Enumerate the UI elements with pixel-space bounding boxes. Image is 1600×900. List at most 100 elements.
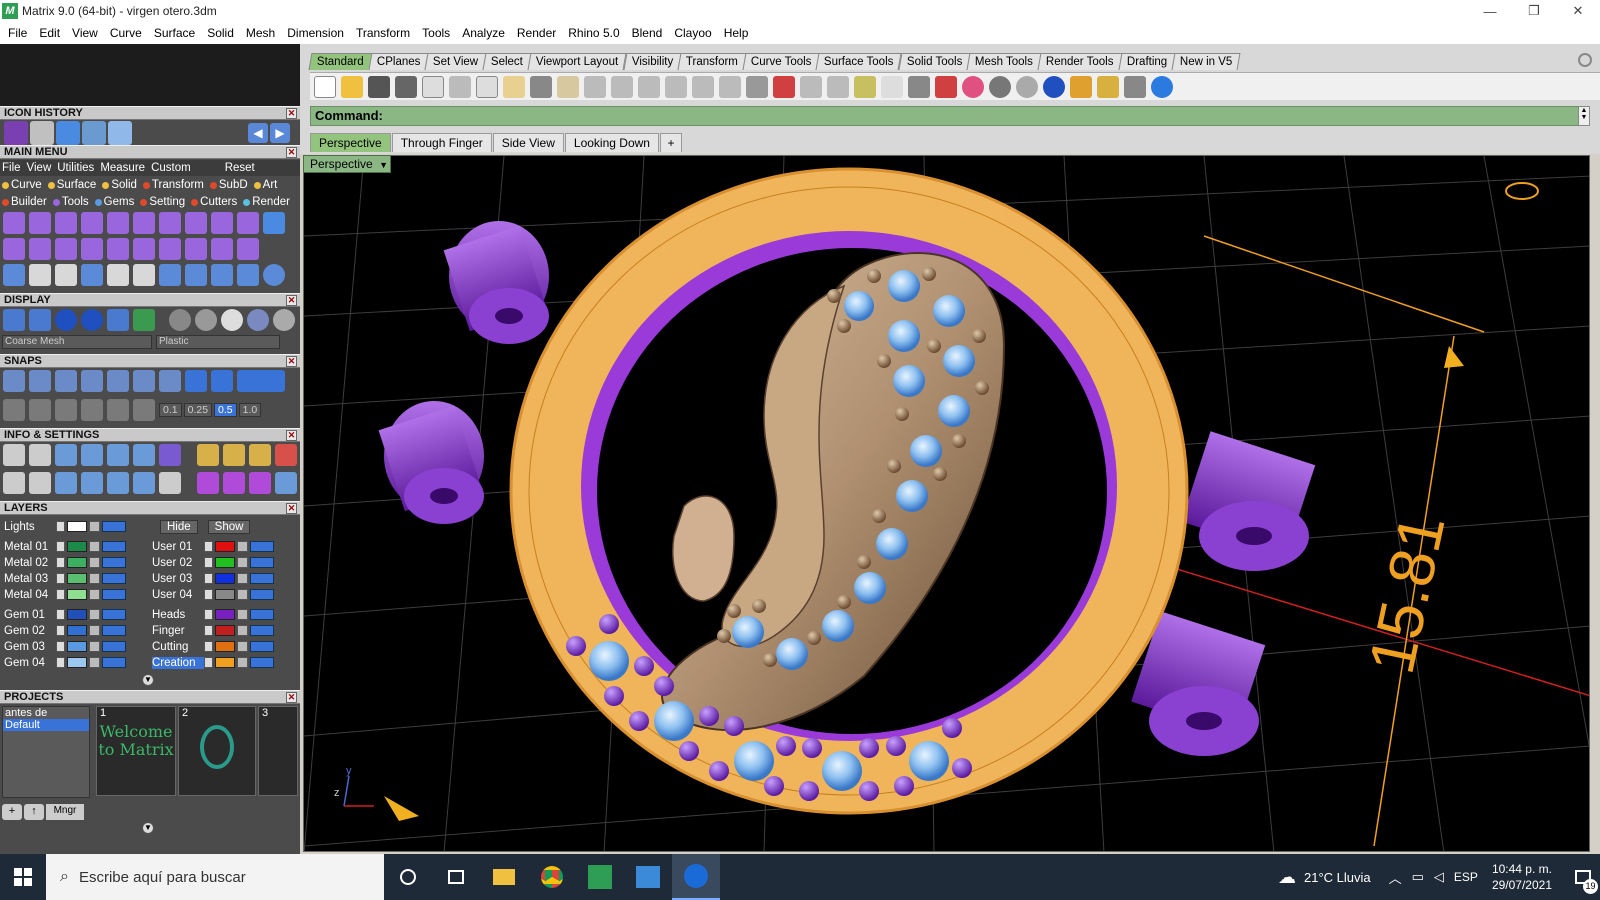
layer-user-03[interactable]: User 03: [152, 571, 276, 586]
layer-visibility-icon[interactable]: [102, 657, 126, 668]
layer-visibility-icon[interactable]: [102, 609, 126, 620]
weather-text[interactable]: 21°C Lluvia: [1304, 870, 1371, 885]
grid-snap-icon[interactable]: [3, 399, 25, 421]
tab-select[interactable]: Select: [482, 53, 532, 70]
zoom-selected-icon[interactable]: [692, 75, 714, 98]
menu-view[interactable]: View: [66, 26, 104, 40]
mm-view[interactable]: View: [27, 162, 52, 174]
notifications-button[interactable]: 19: [1566, 854, 1600, 900]
project-item[interactable]: antes de: [3, 707, 89, 719]
layer-icon[interactable]: [935, 75, 957, 98]
layer-visibility-icon[interactable]: [250, 573, 274, 584]
layer-expand-icon[interactable]: [56, 609, 65, 620]
layer-lock-icon[interactable]: [89, 557, 100, 568]
light-bulb-icon[interactable]: [881, 75, 903, 98]
info-icon[interactable]: [275, 472, 297, 494]
active-app-icon[interactable]: [672, 854, 720, 900]
layer-color-swatch[interactable]: [215, 625, 235, 636]
tool-icon[interactable]: [55, 264, 77, 286]
tool-icon[interactable]: [159, 238, 181, 260]
tool-icon[interactable]: [237, 212, 259, 234]
copy-icon[interactable]: [476, 75, 498, 98]
mm-reset[interactable]: Reset: [225, 162, 255, 174]
viewport-perspective[interactable]: 15.81 z y: [303, 155, 1590, 852]
tab-transform[interactable]: Transform: [677, 53, 747, 70]
snap-point-icon[interactable]: [55, 370, 77, 392]
info-icon[interactable]: [223, 472, 245, 494]
layer-user-01[interactable]: User 01: [152, 539, 276, 554]
tool-icon[interactable]: [211, 264, 233, 286]
tab-standard[interactable]: Standard: [308, 53, 373, 70]
lock-icon[interactable]: [908, 75, 930, 98]
matrix-taskbar-icon[interactable]: [576, 854, 624, 900]
light-icon[interactable]: [1070, 75, 1092, 98]
layer-color-swatch[interactable]: [67, 557, 87, 568]
tool-icon[interactable]: [211, 238, 233, 260]
tool-icon[interactable]: [133, 264, 155, 286]
layer-lock-icon[interactable]: [237, 589, 248, 600]
layer-user-02[interactable]: User 02: [152, 555, 276, 570]
network-icon[interactable]: ▭: [1412, 869, 1424, 885]
menu-render[interactable]: Render: [511, 26, 562, 40]
snap-perp-icon[interactable]: [159, 370, 181, 392]
project-item-selected[interactable]: Default: [3, 719, 89, 731]
four-views-icon[interactable]: [746, 75, 768, 98]
tool-icon[interactable]: [263, 212, 285, 234]
layer-visibility-icon[interactable]: [250, 625, 274, 636]
project-thumb-1[interactable]: 1 Welcome to Matrix: [96, 706, 176, 796]
layer-gem-03[interactable]: Gem 03: [4, 639, 128, 654]
cortana-icon[interactable]: [384, 854, 432, 900]
undo-view-icon[interactable]: [719, 75, 741, 98]
tool-icon[interactable]: [29, 264, 51, 286]
material-icon[interactable]: [169, 309, 191, 331]
settings-gear-icon[interactable]: [3, 444, 25, 466]
planar-icon[interactable]: [55, 399, 77, 421]
weather-cloud-icon[interactable]: ☁: [1278, 867, 1296, 888]
icon-history-close-icon[interactable]: ✕: [286, 108, 297, 119]
info-icon[interactable]: [3, 472, 25, 494]
layer-color-swatch[interactable]: [67, 573, 87, 584]
car-icon[interactable]: [773, 75, 795, 98]
help-icon[interactable]: [1151, 75, 1173, 98]
hide-icon[interactable]: [800, 75, 822, 98]
analyze-icon[interactable]: [29, 444, 51, 466]
display-mode-icon[interactable]: [81, 309, 103, 331]
show-layers-button[interactable]: Show: [207, 519, 251, 534]
layers-collapse-icon[interactable]: ▼: [142, 674, 154, 686]
layer-visibility-icon[interactable]: [250, 557, 274, 568]
display-mode-icon[interactable]: [3, 309, 25, 331]
menu-analyze[interactable]: Analyze: [456, 26, 511, 40]
info-icon[interactable]: [107, 472, 129, 494]
layer-color-swatch[interactable]: [215, 609, 235, 620]
info-icon[interactable]: [55, 472, 77, 494]
menu-transform[interactable]: Transform: [350, 26, 416, 40]
tool-icon[interactable]: [29, 212, 51, 234]
tool-icon[interactable]: [159, 212, 181, 234]
layer-expand-icon[interactable]: [56, 625, 65, 636]
rotate-view-icon[interactable]: [584, 75, 606, 98]
cat-subd[interactable]: SubD: [209, 179, 248, 191]
menu-help[interactable]: Help: [718, 26, 755, 40]
tab-curve-tools[interactable]: Curve Tools: [742, 53, 820, 70]
mm-measure[interactable]: Measure: [100, 162, 145, 174]
tab-cplanes[interactable]: CPlanes: [368, 53, 429, 70]
layer-expand-icon[interactable]: [204, 625, 213, 636]
layer-color-swatch[interactable]: [215, 641, 235, 652]
tab-drafting[interactable]: Drafting: [1118, 53, 1176, 70]
tab-perspective[interactable]: Perspective: [310, 133, 391, 152]
undo-icon[interactable]: [530, 75, 552, 98]
chrome-icon[interactable]: [528, 854, 576, 900]
material-select[interactable]: Plastic: [156, 335, 280, 349]
layer-color-swatch[interactable]: [67, 641, 87, 652]
snap-value-01[interactable]: 0.1: [159, 403, 182, 417]
layer-visibility-icon[interactable]: [250, 641, 274, 652]
info-icon[interactable]: [197, 472, 219, 494]
projects-collapse-icon[interactable]: ▼: [142, 822, 154, 834]
tool-icon[interactable]: [237, 238, 259, 260]
layer-cutting[interactable]: Cutting: [152, 639, 276, 654]
snaps-close-icon[interactable]: ✕: [286, 356, 297, 367]
display-mode-icon[interactable]: [107, 309, 129, 331]
info-icon[interactable]: [275, 444, 297, 466]
rendered-sphere-icon[interactable]: [1016, 75, 1038, 98]
save-icon[interactable]: [368, 75, 390, 98]
